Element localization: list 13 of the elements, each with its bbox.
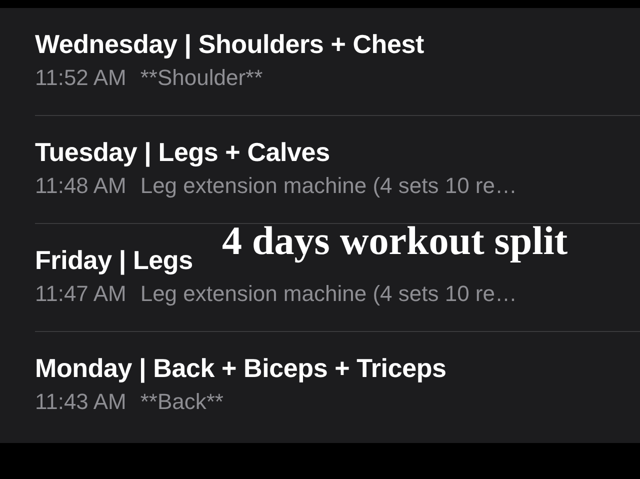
- caption-text: 4 days workout split: [222, 218, 568, 263]
- note-time: 11:48 AM: [35, 172, 126, 200]
- note-preview: Leg extension machine (4 sets 10 re…: [140, 172, 517, 200]
- note-title: Tuesday | Legs + Calves: [35, 136, 330, 168]
- note-time: 11:52 AM: [35, 64, 126, 92]
- note-preview: **Shoulder**: [140, 64, 263, 92]
- note-title: Wednesday | Shoulders + Chest: [35, 28, 424, 60]
- note-time: 11:43 AM: [35, 388, 126, 416]
- note-title: Monday | Back + Biceps + Triceps: [35, 352, 446, 384]
- note-time: 11:47 AM: [35, 280, 126, 308]
- note-preview: **Back**: [140, 388, 224, 416]
- note-preview: Leg extension machine (4 sets 10 re…: [140, 280, 517, 308]
- note-title: Friday | Legs: [35, 244, 193, 276]
